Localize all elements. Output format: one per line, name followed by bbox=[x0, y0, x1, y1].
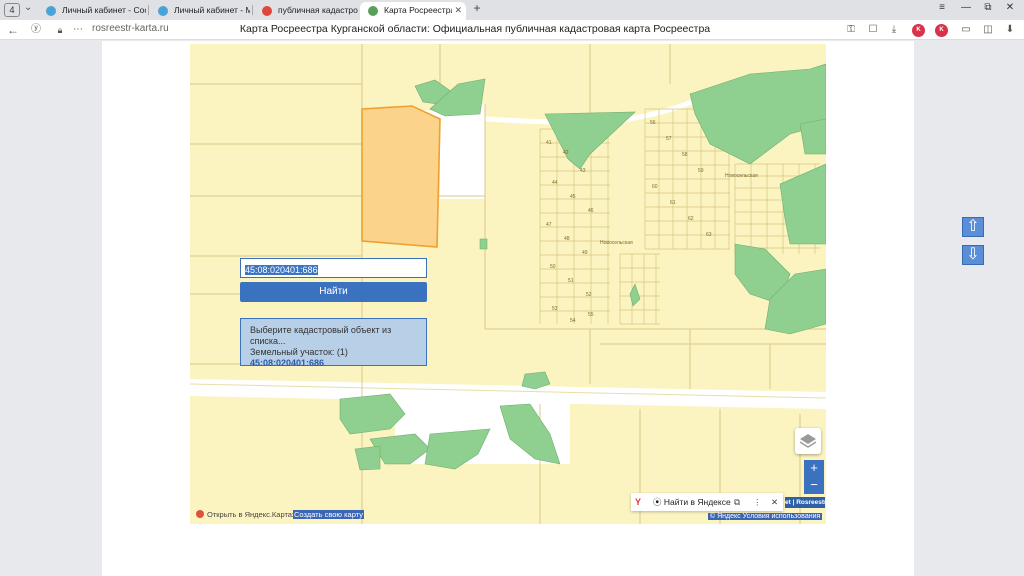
tab-personal-cabinet-my[interactable]: Личный кабинет - Мои о bbox=[150, 2, 250, 20]
back-icon[interactable]: ← bbox=[5, 22, 21, 38]
create-map-link[interactable]: Создать свою карту bbox=[293, 510, 365, 519]
parcel-number-label: 51 bbox=[568, 278, 574, 284]
tab-label: Личный кабинет - Сообщ bbox=[62, 5, 146, 15]
minimize-icon[interactable]: — bbox=[956, 2, 976, 13]
close-icon[interactable]: ✕ bbox=[771, 493, 778, 511]
restore-icon[interactable]: ⧉ bbox=[978, 2, 998, 13]
parcel-number-label: 55 bbox=[588, 312, 594, 318]
tab-label: Личный кабинет - Мои о bbox=[174, 5, 250, 15]
scroll-up-arrow-icon[interactable]: ⇧ bbox=[962, 217, 984, 237]
copy-icon[interactable]: ⧉ bbox=[734, 493, 740, 511]
search-value-text: 45:08:020401:686 bbox=[245, 265, 318, 275]
parcel-number-label: 44 bbox=[552, 180, 558, 186]
parcel-number-label: Новосельская bbox=[600, 240, 633, 246]
parcel-number-label: 63 bbox=[706, 232, 712, 238]
open-in-yandex-maps-link[interactable]: Открыть в Яндекс.Картах bbox=[196, 510, 296, 519]
browser-menu-icon[interactable]: ≡ bbox=[932, 2, 952, 13]
parcel-number-label: 48 bbox=[564, 236, 570, 242]
result-prompt: Выберите кадастровый объект из списка... bbox=[250, 325, 392, 346]
parcel-number-label: 54 bbox=[570, 318, 576, 324]
yandex-logo-icon: Y bbox=[635, 497, 642, 507]
zoom-out-button[interactable]: − bbox=[804, 477, 824, 494]
tab-personal-cabinet-messages[interactable]: Личный кабинет - Сообщ bbox=[38, 2, 146, 20]
tab-list-chevron-icon[interactable]: ⌄ bbox=[24, 2, 32, 13]
new-tab-button[interactable]: + bbox=[470, 2, 484, 16]
key-icon[interactable]: ⚿ bbox=[843, 22, 859, 38]
selected-parcel[interactable] bbox=[361, 105, 441, 248]
result-cadastral-link[interactable]: 45:08:020401:686 bbox=[250, 358, 417, 369]
yandex-search-panel: Y ⦿ Найти в Яндексе ⧉ ⋮ ✕ bbox=[631, 493, 783, 511]
terms-of-use-link[interactable]: © Яндекс Условия использования bbox=[708, 513, 823, 520]
parcel-number-label: Новосельская bbox=[725, 173, 758, 179]
tab-rosreestr-kurgan[interactable]: Карта Росреестра Курга ✕ bbox=[360, 2, 466, 20]
search-result-panel: Выберите кадастровый объект из списка...… bbox=[240, 318, 427, 369]
zoom-control: + − bbox=[804, 460, 824, 494]
parcel-number-label: 47 bbox=[546, 222, 552, 228]
open-in-yandex-label: Открыть в Яндекс.Картах bbox=[207, 510, 296, 519]
parcel-number-label: 56 bbox=[650, 120, 656, 126]
parcel-number-label: 52 bbox=[586, 292, 592, 298]
lock-icon[interactable]: 🔒︎ bbox=[52, 22, 68, 38]
tab-favicon-icon bbox=[262, 6, 272, 16]
yandex-pin-icon bbox=[196, 510, 204, 518]
tab-public-cadastral[interactable]: публичная кадастровая к bbox=[254, 2, 358, 20]
tab-count-badge[interactable]: 4 bbox=[4, 3, 20, 17]
sidebar-icon[interactable]: ◫ bbox=[980, 22, 996, 38]
parcel-number-label: 58 bbox=[682, 152, 688, 158]
tab-favicon-icon bbox=[46, 6, 56, 16]
parcel-number-label: 61 bbox=[670, 200, 676, 206]
address-toolbar: ← ⓨ 🔒︎ ⋯ rosreestr-karta.ru Карта Росрее… bbox=[0, 20, 1024, 40]
parcel-number-label: 57 bbox=[666, 136, 672, 142]
download-icon[interactable]: ⤓ bbox=[886, 22, 902, 38]
parcel-number-label: 42 bbox=[563, 150, 569, 156]
parcel-number-label: 41 bbox=[546, 140, 552, 146]
tab-label: Карта Росреестра Курга bbox=[384, 5, 452, 15]
page-title: Карта Росреестра Курганской области: Офи… bbox=[239, 23, 711, 35]
url-field[interactable]: rosreestr-karta.ru bbox=[92, 23, 169, 34]
find-in-yandex-button[interactable]: ⦿ Найти в Яндексе bbox=[653, 493, 731, 511]
rosreestr-badge[interactable]: et | Rosreestr bbox=[785, 497, 825, 508]
tab-close-icon[interactable]: ✕ bbox=[454, 2, 462, 19]
tab-favicon-icon bbox=[368, 6, 378, 16]
parcel-number-label: 59 bbox=[698, 168, 704, 174]
cadastral-search-input[interactable]: 45:08:020401:686 bbox=[240, 258, 427, 278]
find-button[interactable]: Найти bbox=[240, 282, 427, 302]
layers-icon bbox=[799, 434, 817, 448]
parcel-number-label: 62 bbox=[688, 216, 694, 222]
tab-label: публичная кадастровая к bbox=[278, 5, 358, 15]
downloads-icon[interactable]: ⬇ bbox=[1002, 22, 1018, 38]
parcel-number-label: 49 bbox=[582, 250, 588, 256]
yandex-protect-icon[interactable]: ⓨ bbox=[28, 22, 44, 38]
window-close-icon[interactable]: ✕ bbox=[1000, 2, 1020, 13]
zoom-in-button[interactable]: + bbox=[804, 460, 824, 477]
extension-icon[interactable]: K bbox=[935, 24, 948, 37]
parcel-number-label: 46 bbox=[588, 208, 594, 214]
parcel-number-label: 43 bbox=[580, 168, 586, 174]
parcel-number-label: 60 bbox=[652, 184, 658, 190]
site-info-icon[interactable]: ⋯ bbox=[70, 22, 86, 38]
result-category: Земельный участок: (1) bbox=[250, 347, 348, 357]
bookmark-icon[interactable]: ☐ bbox=[865, 22, 881, 38]
battery-icon[interactable]: ▭ bbox=[958, 22, 974, 38]
layers-button[interactable] bbox=[795, 428, 821, 454]
tab-favicon-icon bbox=[158, 6, 168, 16]
extension-icon[interactable]: K bbox=[912, 24, 925, 37]
parcel-number-label: 50 bbox=[550, 264, 556, 270]
find-in-yandex-label: Найти в Яндексе bbox=[663, 497, 731, 507]
more-icon[interactable]: ⋮ bbox=[753, 493, 762, 511]
scroll-down-arrow-icon[interactable]: ⇩ bbox=[962, 245, 984, 265]
parcel-number-label: 53 bbox=[552, 306, 558, 312]
parcel-number-label: 45 bbox=[570, 194, 576, 200]
tab-strip: 4 ⌄ Личный кабинет - Сообщ Личный кабине… bbox=[0, 0, 1024, 20]
